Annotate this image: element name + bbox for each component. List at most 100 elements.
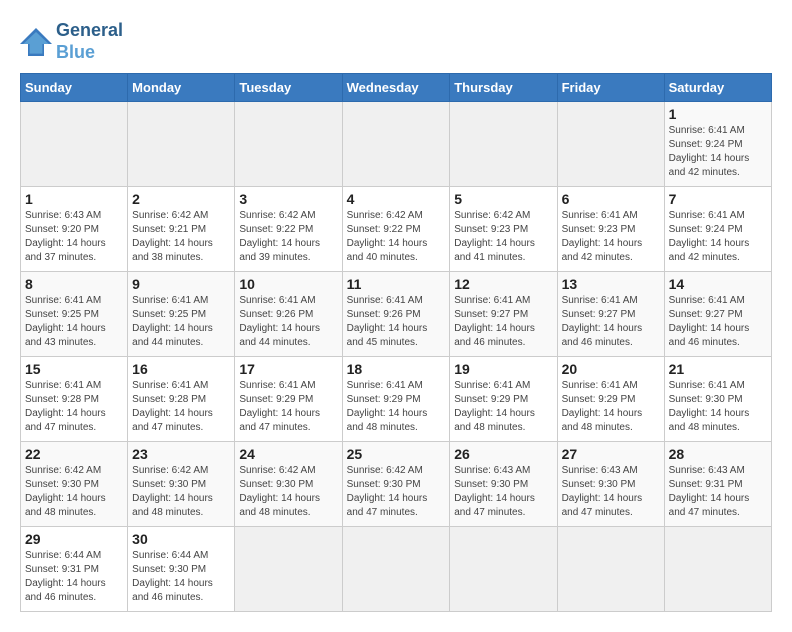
- day-number: 13: [562, 276, 660, 292]
- day-info: Sunrise: 6:41 AMSunset: 9:27 PMDaylight:…: [454, 294, 552, 350]
- day-info: Sunrise: 6:44 AMSunset: 9:30 PMDaylight:…: [132, 549, 230, 605]
- calendar-table: SundayMondayTuesdayWednesdayThursdayFrid…: [20, 73, 772, 612]
- day-number: 6: [562, 191, 660, 207]
- logo-text: General Blue: [56, 20, 123, 63]
- day-number: 24: [239, 446, 337, 462]
- calendar-cell: 28Sunrise: 6:43 AMSunset: 9:31 PMDayligh…: [664, 442, 771, 527]
- calendar-cell: 1 Sunrise: 6:41 AMSunset: 9:24 PMDaylight…: [664, 102, 771, 187]
- calendar-cell: 27Sunrise: 6:43 AMSunset: 9:30 PMDayligh…: [557, 442, 664, 527]
- day-number: 14: [669, 276, 767, 292]
- calendar-week-row: 29 Sunrise: 6:44 AMSunset: 9:31 PMDayligh…: [21, 527, 772, 612]
- weekday-header-cell: Friday: [557, 74, 664, 102]
- day-info: Sunrise: 6:41 AMSunset: 9:28 PMDaylight:…: [132, 379, 230, 435]
- logo-icon: [20, 28, 52, 56]
- day-info: Sunrise: 6:42 AMSunset: 9:22 PMDaylight:…: [347, 209, 446, 265]
- day-info: Sunrise: 6:42 AMSunset: 9:22 PMDaylight:…: [239, 209, 337, 265]
- calendar-cell: 18Sunrise: 6:41 AMSunset: 9:29 PMDayligh…: [342, 357, 450, 442]
- calendar-cell: 29 Sunrise: 6:44 AMSunset: 9:31 PMDayligh…: [21, 527, 128, 612]
- calendar-cell: [557, 102, 664, 187]
- day-info: Sunrise: 6:43 AMSunset: 9:30 PMDaylight:…: [562, 464, 660, 520]
- calendar-cell: 10 Sunrise: 6:41 AMSunset: 9:26 PMDayligh…: [235, 272, 342, 357]
- weekday-header-row: SundayMondayTuesdayWednesdayThursdayFrid…: [21, 74, 772, 102]
- day-info: Sunrise: 6:41 AMSunset: 9:29 PMDaylight:…: [454, 379, 552, 435]
- calendar-cell: 3 Sunrise: 6:42 AMSunset: 9:22 PMDaylight…: [235, 187, 342, 272]
- day-number: 15: [25, 361, 123, 377]
- day-info: Sunrise: 6:43 AMSunset: 9:31 PMDaylight:…: [669, 464, 767, 520]
- calendar-cell: [128, 102, 235, 187]
- calendar-cell: 6 Sunrise: 6:41 AMSunset: 9:23 PMDaylight…: [557, 187, 664, 272]
- day-number: 18: [347, 361, 446, 377]
- weekday-header-cell: Sunday: [21, 74, 128, 102]
- logo: General Blue: [20, 20, 123, 63]
- day-number: 8: [25, 276, 123, 292]
- day-info: Sunrise: 6:41 AMSunset: 9:25 PMDaylight:…: [132, 294, 230, 350]
- weekday-header-cell: Thursday: [450, 74, 557, 102]
- day-number: 26: [454, 446, 552, 462]
- day-number: 1: [669, 106, 767, 122]
- day-number: 2: [132, 191, 230, 207]
- day-info: Sunrise: 6:43 AMSunset: 9:20 PMDaylight:…: [25, 209, 123, 265]
- day-number: 25: [347, 446, 446, 462]
- calendar-cell: 23Sunrise: 6:42 AMSunset: 9:30 PMDayligh…: [128, 442, 235, 527]
- calendar-cell: [557, 527, 664, 612]
- day-info: Sunrise: 6:41 AMSunset: 9:24 PMDaylight:…: [669, 124, 767, 180]
- day-number: 30: [132, 531, 230, 547]
- calendar-cell: 11Sunrise: 6:41 AMSunset: 9:26 PMDayligh…: [342, 272, 450, 357]
- calendar-cell: 8 Sunrise: 6:41 AMSunset: 9:25 PMDaylight…: [21, 272, 128, 357]
- calendar-cell: 17 Sunrise: 6:41 AMSunset: 9:29 PMDayligh…: [235, 357, 342, 442]
- day-info: Sunrise: 6:41 AMSunset: 9:25 PMDaylight:…: [25, 294, 123, 350]
- day-info: Sunrise: 6:42 AMSunset: 9:30 PMDaylight:…: [132, 464, 230, 520]
- calendar-cell: 13 Sunrise: 6:41 AMSunset: 9:27 PMDayligh…: [557, 272, 664, 357]
- calendar-cell: [235, 102, 342, 187]
- day-info: Sunrise: 6:41 AMSunset: 9:26 PMDaylight:…: [239, 294, 337, 350]
- calendar-cell: 1Sunrise: 6:43 AMSunset: 9:20 PMDaylight…: [21, 187, 128, 272]
- calendar-cell: [450, 527, 557, 612]
- calendar-cell: 16 Sunrise: 6:41 AMSunset: 9:28 PMDayligh…: [128, 357, 235, 442]
- calendar-cell: [664, 527, 771, 612]
- calendar-week-row: 8 Sunrise: 6:41 AMSunset: 9:25 PMDaylight…: [21, 272, 772, 357]
- calendar-week-row: 15 Sunrise: 6:41 AMSunset: 9:28 PMDayligh…: [21, 357, 772, 442]
- calendar-cell: 14 Sunrise: 6:41 AMSunset: 9:27 PMDayligh…: [664, 272, 771, 357]
- calendar-cell: [235, 527, 342, 612]
- calendar-cell: 30 Sunrise: 6:44 AMSunset: 9:30 PMDayligh…: [128, 527, 235, 612]
- day-info: Sunrise: 6:41 AMSunset: 9:23 PMDaylight:…: [562, 209, 660, 265]
- calendar-cell: 12 Sunrise: 6:41 AMSunset: 9:27 PMDayligh…: [450, 272, 557, 357]
- calendar-cell: 26Sunrise: 6:43 AMSunset: 9:30 PMDayligh…: [450, 442, 557, 527]
- page-header: General Blue: [20, 20, 772, 63]
- day-info: Sunrise: 6:41 AMSunset: 9:30 PMDaylight:…: [669, 379, 767, 435]
- day-info: Sunrise: 6:42 AMSunset: 9:21 PMDaylight:…: [132, 209, 230, 265]
- calendar-cell: 2 Sunrise: 6:42 AMSunset: 9:21 PMDaylight…: [128, 187, 235, 272]
- weekday-header-cell: Wednesday: [342, 74, 450, 102]
- calendar-cell: 20Sunrise: 6:41 AMSunset: 9:29 PMDayligh…: [557, 357, 664, 442]
- calendar-cell: 4 Sunrise: 6:42 AMSunset: 9:22 PMDaylight…: [342, 187, 450, 272]
- day-number: 16: [132, 361, 230, 377]
- calendar-cell: 21 Sunrise: 6:41 AMSunset: 9:30 PMDayligh…: [664, 357, 771, 442]
- day-number: 22: [25, 446, 123, 462]
- day-number: 21: [669, 361, 767, 377]
- day-number: 10: [239, 276, 337, 292]
- day-info: Sunrise: 6:44 AMSunset: 9:31 PMDaylight:…: [25, 549, 123, 605]
- day-info: Sunrise: 6:42 AMSunset: 9:23 PMDaylight:…: [454, 209, 552, 265]
- day-info: Sunrise: 6:41 AMSunset: 9:27 PMDaylight:…: [669, 294, 767, 350]
- day-info: Sunrise: 6:41 AMSunset: 9:24 PMDaylight:…: [669, 209, 767, 265]
- day-number: 5: [454, 191, 552, 207]
- calendar-cell: 19Sunrise: 6:41 AMSunset: 9:29 PMDayligh…: [450, 357, 557, 442]
- day-number: 3: [239, 191, 337, 207]
- day-info: Sunrise: 6:41 AMSunset: 9:26 PMDaylight:…: [347, 294, 446, 350]
- day-info: Sunrise: 6:41 AMSunset: 9:27 PMDaylight:…: [562, 294, 660, 350]
- day-number: 17: [239, 361, 337, 377]
- day-number: 20: [562, 361, 660, 377]
- calendar-cell: [21, 102, 128, 187]
- day-info: Sunrise: 6:41 AMSunset: 9:28 PMDaylight:…: [25, 379, 123, 435]
- calendar-cell: 22Sunrise: 6:42 AMSunset: 9:30 PMDayligh…: [21, 442, 128, 527]
- weekday-header-cell: Tuesday: [235, 74, 342, 102]
- weekday-header-cell: Monday: [128, 74, 235, 102]
- calendar-week-row: 1Sunrise: 6:43 AMSunset: 9:20 PMDaylight…: [21, 187, 772, 272]
- calendar-cell: 15 Sunrise: 6:41 AMSunset: 9:28 PMDayligh…: [21, 357, 128, 442]
- day-info: Sunrise: 6:41 AMSunset: 9:29 PMDaylight:…: [239, 379, 337, 435]
- day-number: 4: [347, 191, 446, 207]
- calendar-cell: 9Sunrise: 6:41 AMSunset: 9:25 PMDaylight…: [128, 272, 235, 357]
- day-number: 29: [25, 531, 123, 547]
- day-number: 12: [454, 276, 552, 292]
- day-info: Sunrise: 6:42 AMSunset: 9:30 PMDaylight:…: [239, 464, 337, 520]
